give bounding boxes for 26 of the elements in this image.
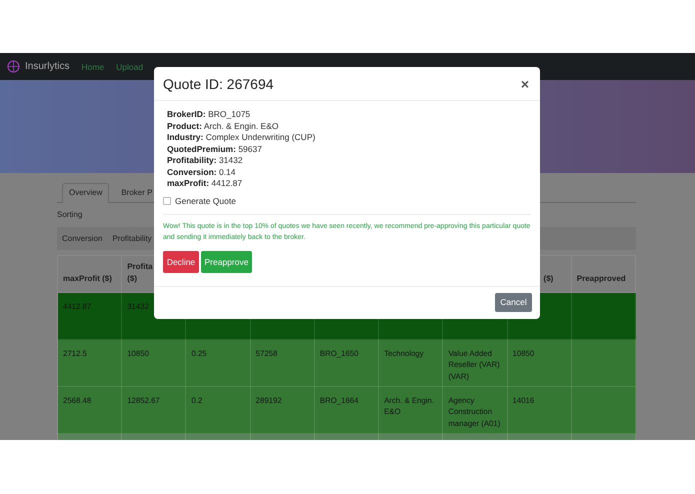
detail-line: QuotedPremium: 59637 bbox=[167, 144, 263, 155]
sort-option[interactable]: Profitability bbox=[112, 234, 152, 243]
logo-icon bbox=[7, 60, 20, 73]
column-header: maxProfit ($) bbox=[63, 273, 112, 285]
dialog-title: Quote ID: 267694 bbox=[163, 76, 274, 92]
sort-option[interactable]: Conversion bbox=[62, 234, 102, 243]
column-header: ($) bbox=[544, 273, 554, 285]
column-header: Profita ($) bbox=[127, 261, 153, 285]
detail-line: Conversion: 0.14 bbox=[167, 166, 236, 178]
sorting-label: Sorting bbox=[57, 209, 82, 221]
column-header: Preapproved bbox=[576, 273, 626, 285]
checkbox[interactable] bbox=[163, 196, 171, 204]
detail-line: Profitability: 31432 bbox=[167, 155, 244, 166]
brand-name[interactable]: Insurlytics bbox=[25, 61, 70, 72]
close-button[interactable]: × bbox=[518, 76, 531, 90]
checkbox-label[interactable]: Generate Quote bbox=[175, 196, 236, 206]
tab[interactable]: Overview bbox=[62, 183, 110, 203]
nav-link[interactable]: Home bbox=[81, 62, 104, 72]
action-button[interactable]: Preapprove bbox=[201, 250, 252, 272]
action-button[interactable]: Decline bbox=[163, 250, 199, 272]
cancel-button[interactable]: Cancel bbox=[495, 292, 532, 312]
detail-line: Industry: Complex Underwriting (CUP) bbox=[167, 132, 316, 144]
nav-link[interactable]: Upload bbox=[116, 62, 144, 72]
detail-line: Product: Arch. & Engin. E&O bbox=[167, 120, 280, 132]
detail-line: BrokerID: BRO_1075 bbox=[167, 109, 252, 120]
detail-line: maxProfit: 4412.87 bbox=[167, 178, 244, 190]
